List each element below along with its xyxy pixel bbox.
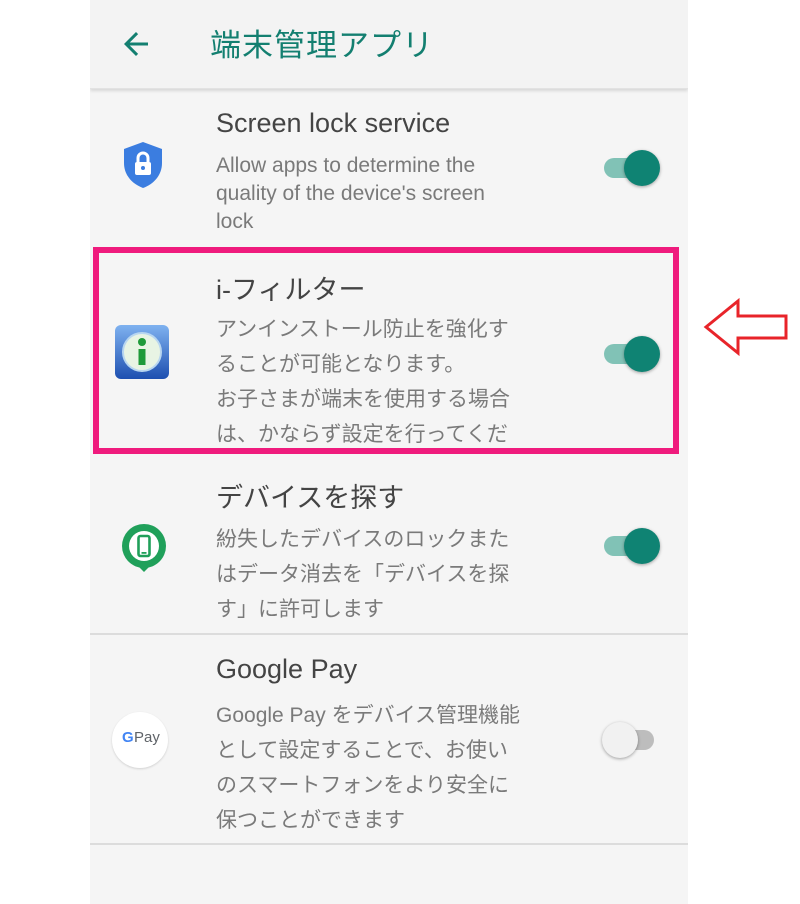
- app-name: デバイスを探す: [216, 483, 405, 513]
- app-name: Screen lock service: [216, 108, 451, 138]
- page-title: 端末管理アプリ: [210, 28, 434, 64]
- app-description: Allow apps to determine the quality of t…: [216, 154, 485, 233]
- shield-lock-icon: [124, 142, 162, 188]
- enable-toggle[interactable]: [604, 528, 660, 564]
- enable-toggle[interactable]: [604, 150, 660, 186]
- arrow-back-icon[interactable]: [118, 26, 154, 62]
- highlight-box: [93, 247, 679, 454]
- device-admin-app-screen-lock[interactable]: Screen lock service Allow apps to determ…: [90, 108, 688, 233]
- find-device-icon: [122, 524, 166, 572]
- device-admin-app-google-pay[interactable]: G Pay Google Pay Google Pay をデバイス管理機能 とし…: [90, 654, 688, 834]
- toggle-thumb: [624, 528, 660, 564]
- pay-label: Pay: [134, 729, 160, 746]
- toggle-thumb: [602, 722, 638, 758]
- google-g-letter: G: [122, 729, 134, 746]
- google-pay-icon: G Pay: [112, 712, 168, 768]
- enable-toggle[interactable]: [602, 722, 660, 758]
- app-description: Google Pay をデバイス管理機能 として設定することで、お使い のスマー…: [216, 704, 520, 832]
- toggle-thumb: [624, 150, 660, 186]
- pointer-arrow-icon: [703, 297, 788, 357]
- app-name: Google Pay: [216, 654, 358, 684]
- list-divider: [90, 633, 688, 635]
- app-bar: 端末管理アプリ: [90, 0, 688, 89]
- app-description: 紛失したデバイスのロックまた はデータ消去を「デバイスを探 す」に許可します: [216, 528, 510, 621]
- device-admin-app-find-device[interactable]: デバイスを探す 紛失したデバイスのロックまた はデータ消去を「デバイスを探 す」…: [90, 476, 688, 626]
- list-divider: [90, 843, 688, 845]
